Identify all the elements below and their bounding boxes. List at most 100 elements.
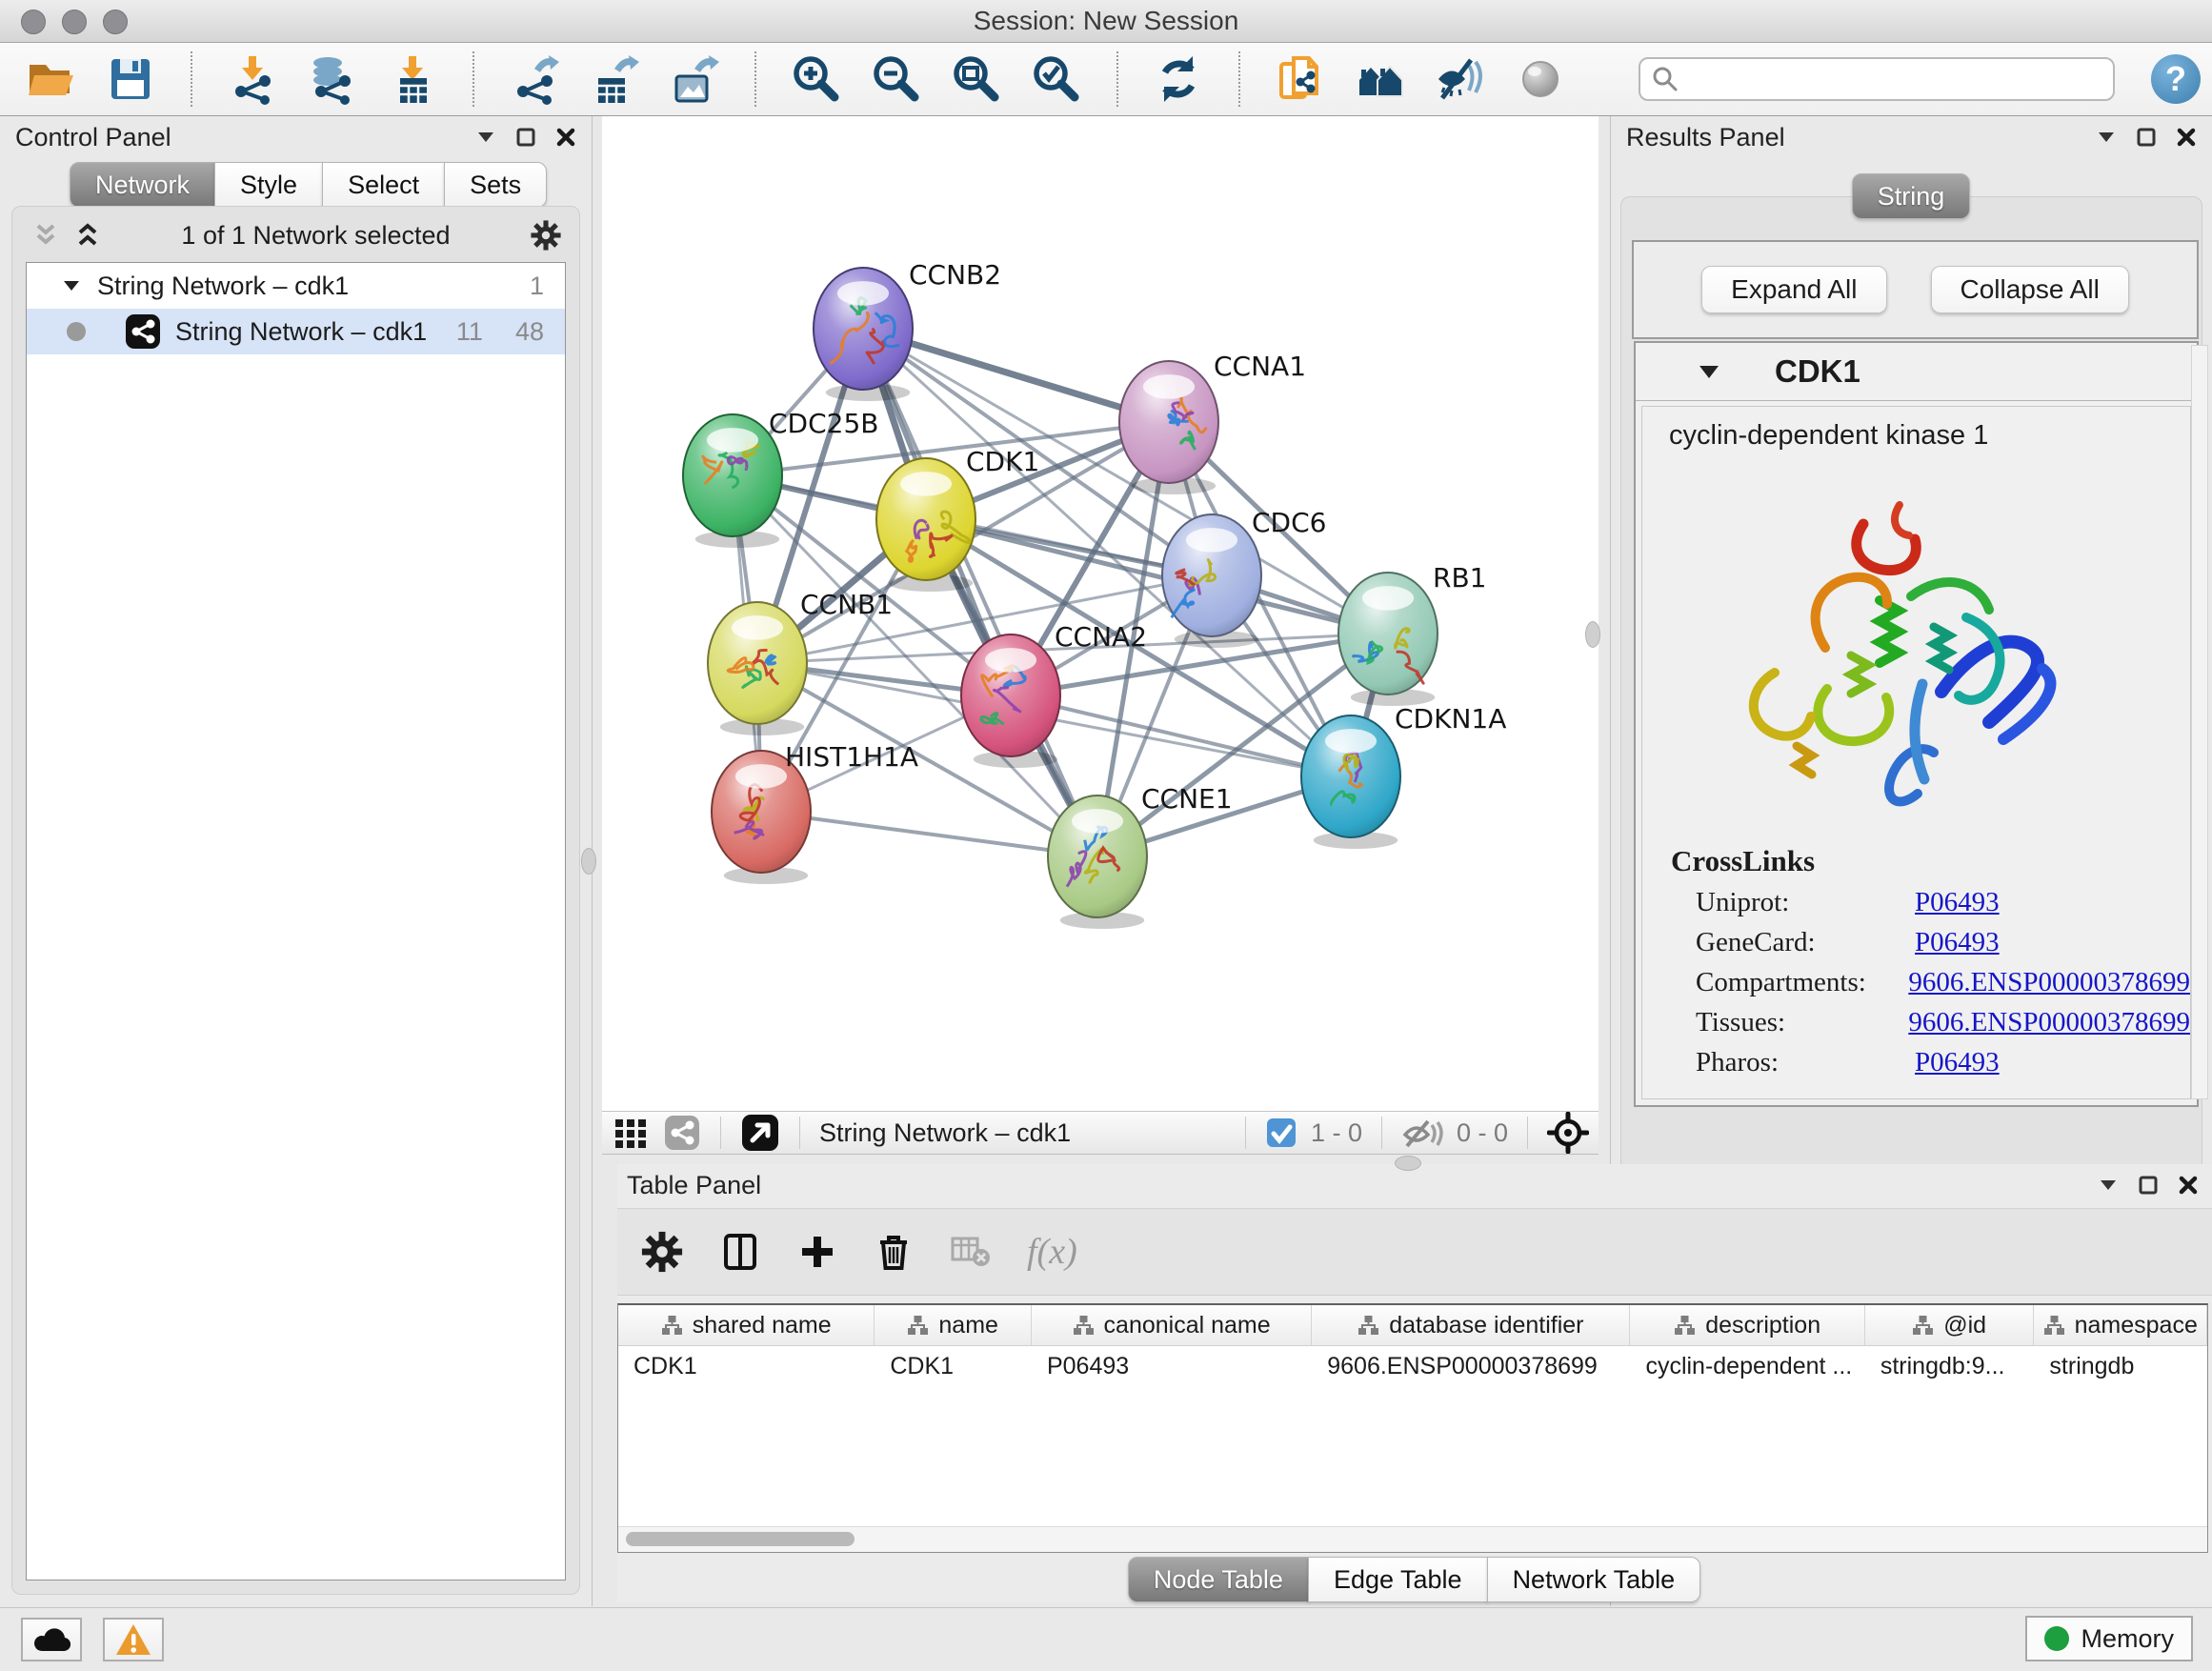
network-node-RB1[interactable]: RB1 xyxy=(1338,562,1486,706)
search-box[interactable] xyxy=(1639,57,2115,101)
import-network-icon[interactable] xyxy=(227,53,278,105)
collapse-all-button[interactable]: Collapse All xyxy=(1931,266,2129,313)
save-icon[interactable] xyxy=(105,53,156,105)
network-options-gear-icon[interactable] xyxy=(530,219,562,252)
panel-menu-icon[interactable] xyxy=(2098,1177,2119,1194)
tab-sets[interactable]: Sets xyxy=(444,162,547,208)
sphere-icon[interactable] xyxy=(1515,53,1566,105)
network-node-CCNA1[interactable]: CCNA1 xyxy=(1119,351,1306,494)
node-label: RB1 xyxy=(1433,562,1486,594)
crosslink-link[interactable]: P06493 xyxy=(1915,927,2000,958)
open-folder-icon[interactable] xyxy=(25,53,76,105)
left-splitter-handle[interactable] xyxy=(581,848,596,875)
export-network-icon[interactable] xyxy=(509,53,560,105)
float-panel-icon[interactable] xyxy=(2138,1175,2159,1196)
network-edge[interactable] xyxy=(761,812,1097,856)
network-edge-count: 48 xyxy=(515,317,544,347)
zoom-in-icon[interactable] xyxy=(791,53,842,105)
column-header--id[interactable]: @id xyxy=(1865,1305,2035,1345)
tab-network[interactable]: Network xyxy=(70,162,215,208)
panel-menu-icon[interactable] xyxy=(475,129,496,146)
hidden-items-eye-icon[interactable] xyxy=(1401,1116,1443,1150)
table-row[interactable]: CDK1CDK1P064939606.ENSP00000378699cyclin… xyxy=(618,1346,2207,1386)
warnings-button[interactable] xyxy=(103,1618,164,1661)
network-node-CDC6[interactable]: CDC6 xyxy=(1162,507,1326,648)
zoom-out-icon[interactable] xyxy=(871,53,922,105)
panel-menu-icon[interactable] xyxy=(2096,129,2117,146)
tab-select[interactable]: Select xyxy=(322,162,445,208)
network-graph[interactable]: CCNB2CCNA1CDC25BCDK1CDC6RB1CCNB1CCNA2CDK… xyxy=(602,116,1599,1111)
close-panel-icon[interactable] xyxy=(555,127,576,148)
tab-string[interactable]: String xyxy=(1852,173,1971,219)
column-header-description[interactable]: description xyxy=(1630,1305,1864,1345)
expand-all-button[interactable]: Expand All xyxy=(1701,266,1886,313)
birdseye-view-icon[interactable] xyxy=(740,1113,780,1153)
tab-edge-table[interactable]: Edge Table xyxy=(1308,1557,1488,1602)
table-options-gear-icon[interactable] xyxy=(640,1230,684,1274)
close-window-button[interactable] xyxy=(21,10,46,34)
export-image-icon[interactable] xyxy=(669,53,720,105)
results-scrollbar[interactable] xyxy=(2191,345,2208,1099)
zoom-selected-icon[interactable] xyxy=(1031,53,1082,105)
scrollbar-thumb[interactable] xyxy=(626,1532,855,1546)
crosslink-label: Pharos: xyxy=(1696,1047,1915,1078)
memory-button[interactable]: Memory xyxy=(2025,1616,2193,1661)
network-view-share-icon[interactable] xyxy=(663,1114,701,1152)
hide-eye-icon[interactable] xyxy=(1435,53,1486,105)
crosslink-link[interactable]: 9606.ENSP00000378699 xyxy=(1908,1007,2190,1038)
close-panel-icon[interactable] xyxy=(2176,127,2197,148)
minimize-window-button[interactable] xyxy=(62,10,87,34)
tab-style[interactable]: Style xyxy=(214,162,323,208)
crosslink-link[interactable]: P06493 xyxy=(1915,887,2000,918)
float-panel-icon[interactable] xyxy=(515,127,536,148)
network-node-CCNB2[interactable]: CCNB2 xyxy=(814,259,1001,401)
column-header-name[interactable]: name xyxy=(875,1305,1032,1345)
add-column-icon[interactable] xyxy=(796,1231,838,1273)
network-tree-child-row[interactable]: String Network – cdk1 11 48 xyxy=(27,309,565,354)
crosslink-label: GeneCard: xyxy=(1696,927,1915,958)
refresh-icon[interactable] xyxy=(1153,53,1204,105)
zoom-window-button[interactable] xyxy=(103,10,128,34)
home-icon[interactable] xyxy=(1355,53,1406,105)
network-node-CCNA2[interactable]: CCNA2 xyxy=(961,621,1147,768)
tab-node-table[interactable]: Node Table xyxy=(1128,1557,1309,1602)
network-node-CDKN1A[interactable]: CDKN1A xyxy=(1301,703,1506,849)
column-header-database-identifier[interactable]: database identifier xyxy=(1312,1305,1630,1345)
entry-expander-icon[interactable] xyxy=(1697,362,1721,381)
fit-selected-crosshair-icon[interactable] xyxy=(1547,1112,1589,1154)
network-edge[interactable] xyxy=(863,329,1097,856)
collapse-all-icon[interactable] xyxy=(31,221,60,250)
expand-all-icon[interactable] xyxy=(73,221,102,250)
network-edge[interactable] xyxy=(1011,695,1351,776)
table-horizontal-scrollbar[interactable] xyxy=(618,1526,2207,1552)
network-canvas[interactable]: CCNB2CCNA1CDC25BCDK1CDC6RB1CCNB1CCNA2CDK… xyxy=(602,116,1599,1111)
results-entry-header[interactable]: CDK1 xyxy=(1636,343,2197,401)
horizontal-splitter-handle[interactable] xyxy=(1395,1156,1421,1171)
import-database-icon[interactable] xyxy=(307,53,358,105)
right-splitter-handle[interactable] xyxy=(1585,621,1600,648)
help-button[interactable]: ? xyxy=(2151,54,2201,104)
import-table-icon[interactable] xyxy=(387,53,438,105)
string-app-icon[interactable] xyxy=(1275,53,1326,105)
export-table-icon[interactable] xyxy=(589,53,640,105)
selected-nodes-checkbox-icon[interactable] xyxy=(1265,1117,1297,1149)
network-tree-root-row[interactable]: String Network – cdk1 1 xyxy=(27,263,565,309)
float-panel-icon[interactable] xyxy=(2136,127,2157,148)
tree-expander-icon[interactable] xyxy=(61,277,82,294)
network-node-CCNB1[interactable]: CCNB1 xyxy=(708,589,893,735)
show-columns-icon[interactable] xyxy=(718,1230,762,1274)
cloud-status-button[interactable] xyxy=(21,1618,82,1661)
crosslink-link[interactable]: 9606.ENSP00000378699 xyxy=(1908,967,2190,998)
tab-network-table[interactable]: Network Table xyxy=(1487,1557,1701,1602)
search-input[interactable] xyxy=(1686,64,2113,95)
grid-view-icon[interactable] xyxy=(612,1114,650,1152)
column-header-canonical-name[interactable]: canonical name xyxy=(1032,1305,1312,1345)
crosslink-link[interactable]: P06493 xyxy=(1915,1047,2000,1078)
network-node-CCNE1[interactable]: CCNE1 xyxy=(1048,783,1233,929)
column-header-namespace[interactable]: namespace xyxy=(2034,1305,2207,1345)
close-panel-icon[interactable] xyxy=(2178,1175,2199,1196)
delete-column-icon[interactable] xyxy=(873,1231,915,1273)
zoom-fit-icon[interactable] xyxy=(951,53,1002,105)
column-header-shared-name[interactable]: shared name xyxy=(618,1305,875,1345)
network-node-HIST1H1A[interactable]: HIST1H1A xyxy=(712,741,918,884)
